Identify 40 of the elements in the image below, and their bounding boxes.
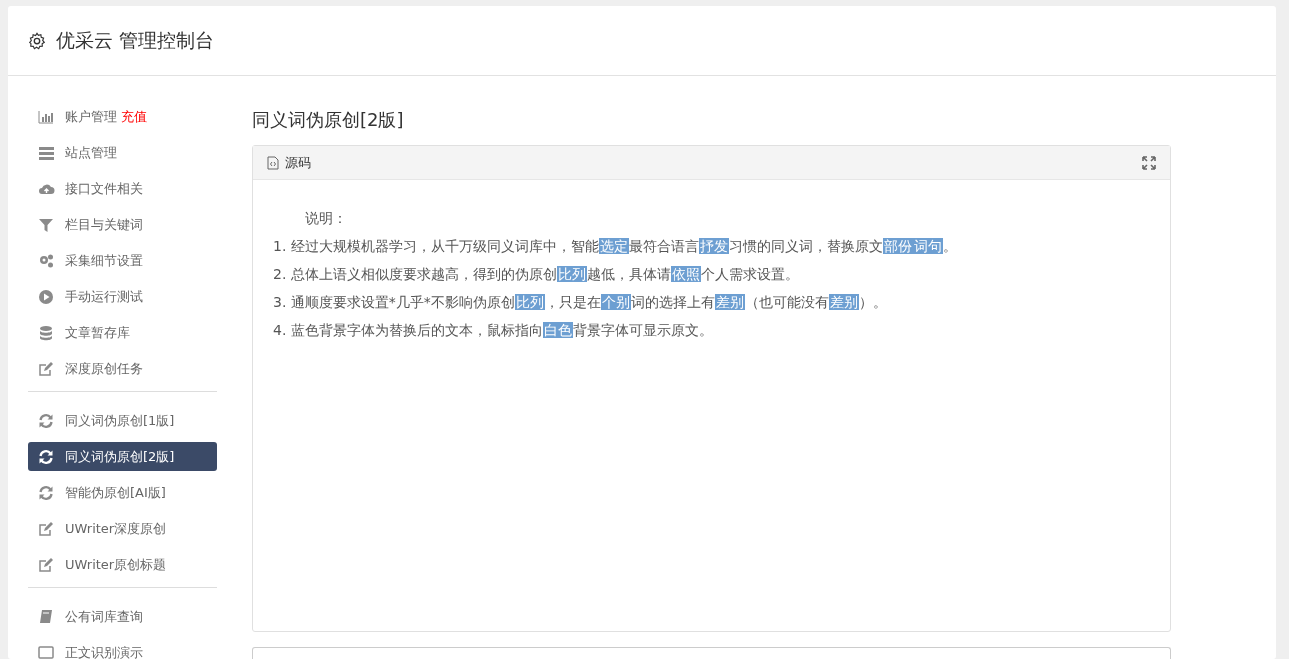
book-icon (38, 608, 55, 625)
sidebar-item[interactable]: 栏目与关键词 (28, 210, 217, 239)
database-icon (38, 324, 55, 341)
console-title: 优采云 管理控制台 (56, 28, 215, 54)
sidebar-item[interactable]: UWriter原创标题 (28, 550, 217, 579)
sidebar-item[interactable]: 接口文件相关 (28, 174, 217, 203)
sidebar-item[interactable]: 正文识别演示 (28, 638, 217, 659)
panel-title: 源码 (285, 153, 311, 172)
note-line: 3. 通顺度要求设置*几乎*不影响伪原创 比列，只是在个别词的选择上有差别（也可能没有差别）。 (273, 293, 888, 312)
sidebar-item[interactable]: 同义词伪原创[2版] (28, 442, 217, 471)
play-icon (38, 288, 55, 305)
fullscreen-icon[interactable] (1142, 155, 1156, 170)
note-line: 4. 蓝色背景字体为替换后的文本，鼠标指向 白色背景字体可显示原文。 (273, 321, 714, 340)
note-line: 1. 经过大规模机器学习，从千万级同义词库中，智能选定最符合语言抒发习惯的同义词，替换原文部份词句。 (273, 237, 958, 256)
code-file-icon (267, 155, 279, 170)
notes-heading: 说明： (304, 209, 348, 228)
sidebar-item[interactable]: 同义词伪原创[1版] (28, 406, 217, 435)
gears-icon (38, 252, 55, 269)
sidebar-item[interactable]: 手动运行测试 (28, 282, 217, 311)
sidebar-item[interactable]: 公有词库查询 (28, 602, 217, 631)
sidebar-item[interactable]: UWriter深度原创 (28, 514, 217, 543)
refresh-icon (38, 484, 55, 501)
page-title: 同义词伪原创[2版] (252, 108, 405, 132)
sidebar-item[interactable]: 账户管理 充值 (28, 102, 217, 131)
sidebar-item[interactable]: 采集细节设置 (28, 246, 217, 275)
settings-icon (28, 31, 46, 50)
edit-icon (38, 556, 55, 573)
server-icon (38, 144, 55, 161)
filter-icon (38, 216, 55, 233)
sidebar-item[interactable]: 文章暂存库 (28, 318, 217, 347)
sidebar-item[interactable]: 站点管理 (28, 138, 217, 167)
sidebar-item[interactable]: 智能伪原创[AI版] (28, 478, 217, 507)
refresh-icon (38, 448, 55, 465)
window-icon (38, 644, 55, 659)
note-line: 2. 总体上语义相似度要求越高，得到的伪原创 比列越低，具体请依照个人需求设置。 (273, 265, 800, 284)
bar-chart-icon (38, 108, 55, 125)
sidebar-item[interactable]: 深度原创任务 (28, 354, 217, 383)
edit-icon (38, 520, 55, 537)
refresh-icon (38, 412, 55, 429)
edit-icon (38, 360, 55, 377)
